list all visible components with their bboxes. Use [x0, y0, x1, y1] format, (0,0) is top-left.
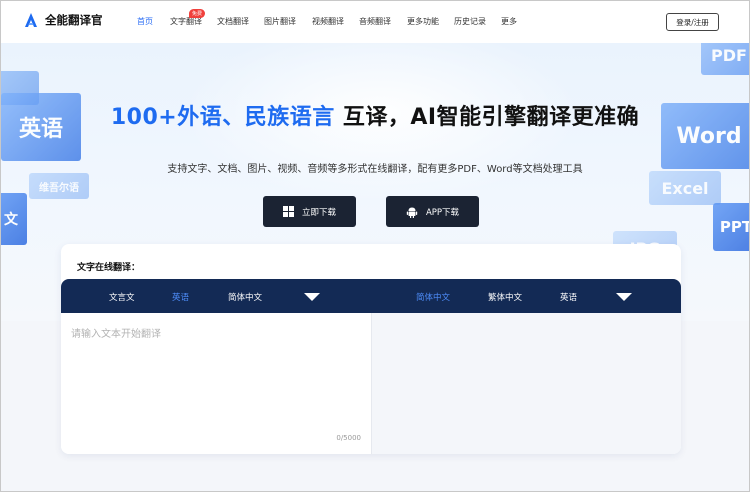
target-lang-english[interactable]: 英语	[560, 291, 577, 303]
source-lang-dropdown-icon[interactable]	[304, 293, 320, 301]
nav-image-translate[interactable]: 图片翻译	[264, 16, 296, 27]
nav-video-translate[interactable]: 视频翻译	[312, 16, 344, 27]
deco-pdf-tile: PDF	[701, 43, 749, 75]
deco-uyghur-tile: 维吾尔语	[29, 173, 89, 199]
source-lang-simplified[interactable]: 简体中文	[228, 291, 262, 303]
deco-ppt-tile: PPT	[713, 203, 749, 251]
page-frame: 全能翻译官 首页 文字翻译 免费 文档翻译 图片翻译 视频翻译 音频翻译 更多功…	[0, 0, 750, 492]
nav-home[interactable]: 首页	[137, 16, 153, 27]
source-lang-classical[interactable]: 文言文	[109, 291, 135, 303]
nav-doc-translate[interactable]: 文档翻译	[217, 16, 249, 27]
free-badge: 免费	[189, 9, 206, 18]
app-download-button[interactable]: APP下载	[386, 196, 479, 227]
target-lang-dropdown-icon[interactable]	[616, 293, 632, 301]
translator-panel: 文字在线翻译： 文言文 英语 简体中文 简体中文 繁体中文 英语 请输入文本开始…	[61, 244, 681, 454]
nav-more-features[interactable]: 更多功能	[407, 16, 439, 27]
nav-history[interactable]: 历史记录	[454, 16, 486, 27]
login-button[interactable]: 登录/注册	[666, 13, 719, 31]
download-button-label: 立即下载	[301, 207, 336, 218]
language-bar: 文言文 英语 简体中文 简体中文 繁体中文 英语	[61, 279, 681, 313]
char-counter: 0/5000	[336, 434, 361, 442]
windows-icon	[282, 206, 294, 217]
source-placeholder: 请输入文本开始翻译	[71, 329, 161, 340]
top-nav: 全能翻译官 首页 文字翻译 免费 文档翻译 图片翻译 视频翻译 音频翻译 更多功…	[1, 1, 749, 43]
translation-output	[371, 313, 681, 454]
brand-name: 全能翻译官	[45, 13, 103, 27]
nav-audio-translate[interactable]: 音频翻译	[359, 16, 391, 27]
translator-title: 文字在线翻译：	[77, 263, 141, 273]
deco-wen-tile: 文	[1, 193, 27, 245]
download-button[interactable]: 立即下载	[263, 196, 356, 227]
target-lang-simplified[interactable]: 简体中文	[416, 291, 450, 303]
headline-highlight: 100+外语、民族语言	[110, 105, 335, 130]
headline-rest: 互译，AI智能引擎翻译更准确	[342, 105, 640, 130]
android-icon	[406, 207, 418, 218]
source-text-input[interactable]: 请输入文本开始翻译 0/5000	[61, 313, 371, 454]
logo-icon	[25, 13, 37, 27]
brand-logo[interactable]: 全能翻译官	[23, 12, 103, 28]
source-lang-english[interactable]: 英语	[172, 291, 189, 303]
nav-more[interactable]: 更多	[501, 16, 517, 27]
hero-subtitle: 支持文字、文档、图片、视频、音频等多形式在线翻译，配有更多PDF、Word等文档…	[167, 164, 583, 175]
deco-excel-tile: Excel	[649, 171, 721, 205]
hero-headline: 100+外语、民族语言 互译，AI智能引擎翻译更准确	[1, 99, 749, 131]
app-download-button-label: APP下载	[425, 207, 460, 218]
target-lang-traditional[interactable]: 繁体中文	[488, 291, 522, 303]
